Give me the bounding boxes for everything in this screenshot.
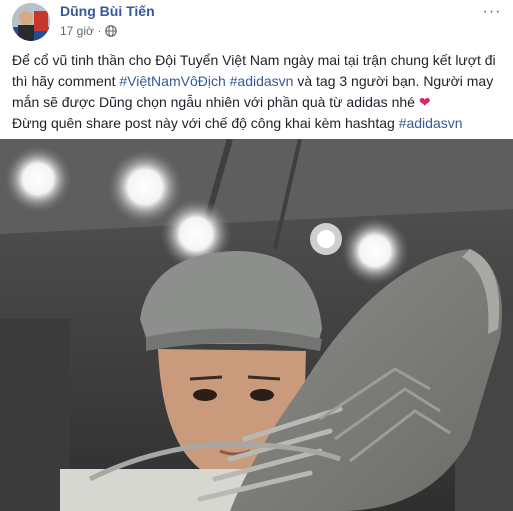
post-photo[interactable] (0, 139, 513, 511)
hashtag-vietnamvodich[interactable]: #ViệtNamVôĐịch (119, 73, 225, 89)
post-text-paragraph-2: Đừng quên share post này với chế độ công… (12, 113, 507, 134)
post-text-paragraph-1: Để cổ vũ tinh thần cho Đội Tuyển Việt Na… (12, 50, 507, 113)
post-meta: 17 giờ · (60, 24, 118, 38)
selfie-photo-image (0, 139, 513, 511)
post-options-button[interactable]: ··· (481, 3, 503, 20)
meta-separator: · (97, 25, 102, 37)
globe-icon[interactable] (105, 25, 118, 37)
post-timestamp[interactable]: 17 giờ (60, 24, 94, 38)
avatar[interactable] (12, 3, 50, 41)
author-name[interactable]: Dũng Bùi Tiến (60, 3, 155, 19)
more-horizontal-icon: ··· (482, 3, 502, 20)
post-header: Dũng Bùi Tiến 17 giờ · ··· (0, 0, 513, 44)
avatar-image (12, 3, 50, 41)
text-line2-prefix: Đừng quên share post này với chế độ công… (12, 115, 399, 131)
hashtag-adidasvn-2[interactable]: #adidasvn (399, 115, 463, 131)
post-text: Để cổ vũ tinh thần cho Đội Tuyển Việt Na… (12, 50, 507, 134)
facebook-post: Dũng Bùi Tiến 17 giờ · ··· Để cổ vũ tinh… (0, 0, 513, 511)
heart-icon: ❤ (418, 94, 431, 110)
hashtag-adidasvn[interactable]: #adidasvn (230, 73, 294, 89)
